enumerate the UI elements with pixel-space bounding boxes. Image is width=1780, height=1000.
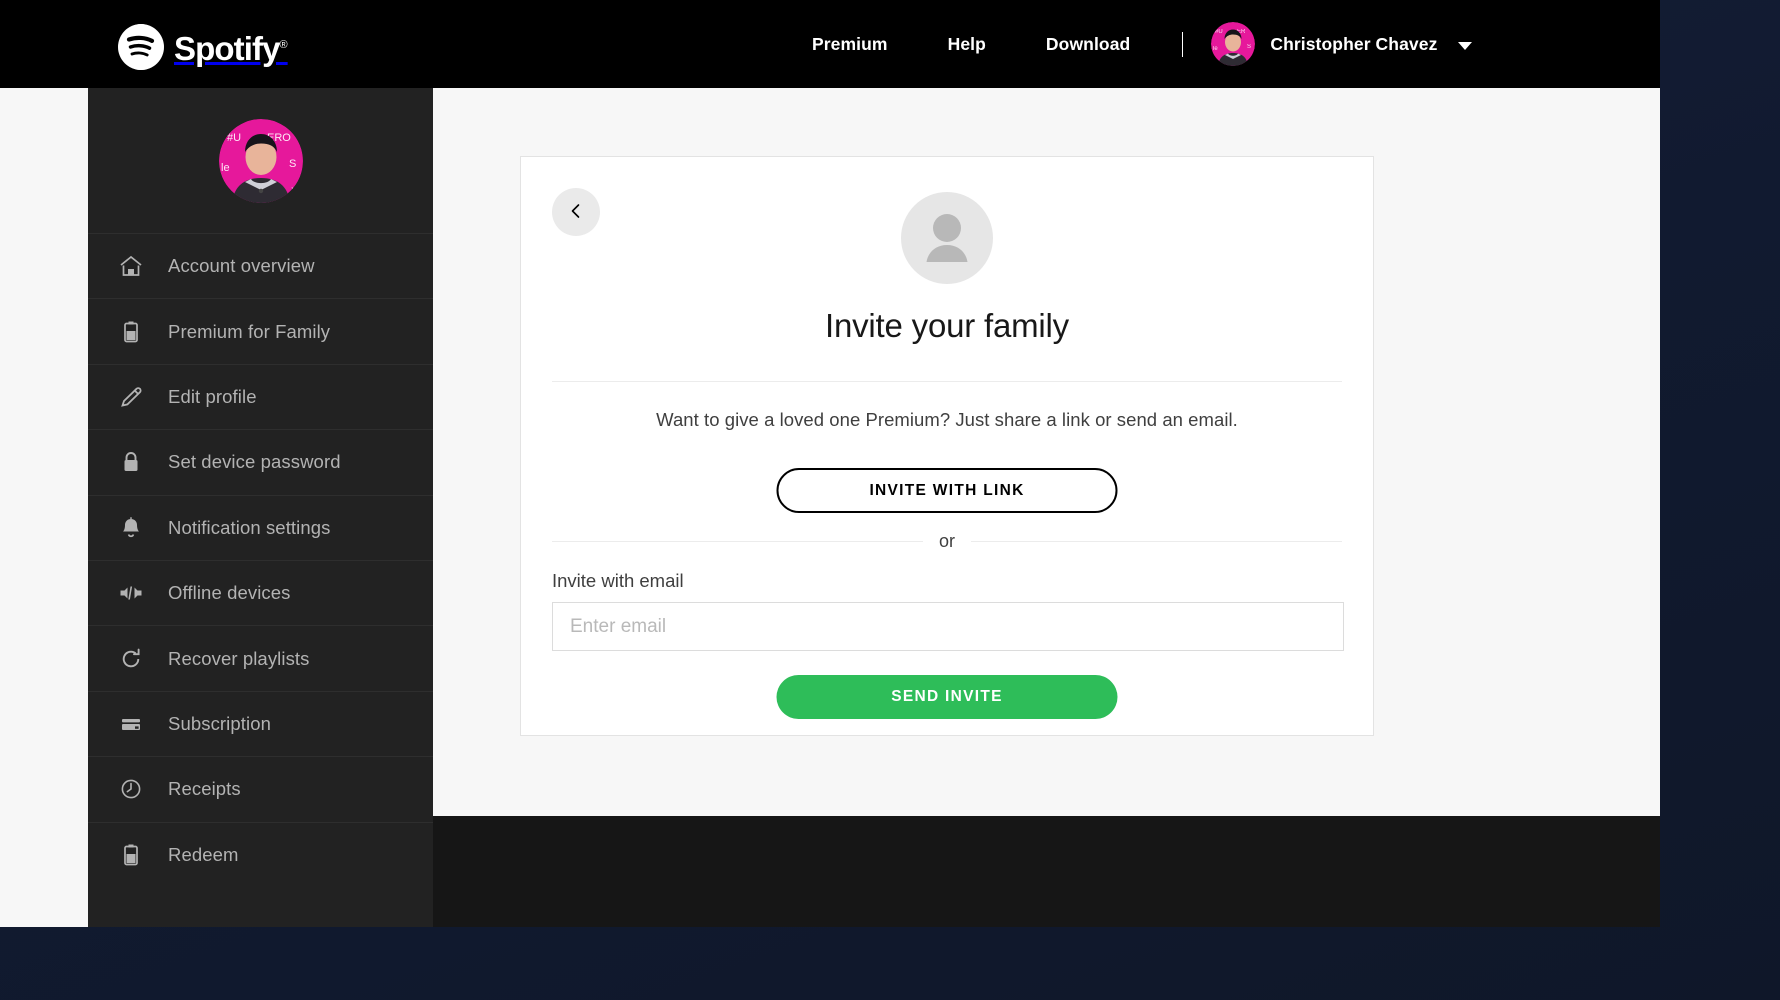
sidebar-item-set-device-password[interactable]: Set device password bbox=[88, 429, 433, 494]
or-line-right bbox=[971, 540, 1343, 542]
user-menu[interactable]: #U ER le S Christopher Chavez bbox=[1211, 22, 1473, 66]
user-avatar-photo: #U ER le S bbox=[1211, 22, 1256, 66]
spotify-logo[interactable]: Spotify® bbox=[118, 22, 288, 72]
sidebar-item-account-overview[interactable]: Account overview bbox=[88, 233, 433, 298]
svg-text:S: S bbox=[1247, 44, 1251, 50]
spotify-logo-icon bbox=[118, 24, 164, 70]
divider bbox=[552, 381, 1342, 382]
or-line-left bbox=[552, 540, 923, 542]
svg-text:le: le bbox=[221, 162, 230, 174]
page-footer-strip bbox=[433, 816, 1660, 927]
or-separator: or bbox=[552, 530, 1343, 552]
nav-premium[interactable]: Premium bbox=[812, 0, 918, 88]
sidebar-label: Offline devices bbox=[168, 582, 291, 604]
send-invite-button[interactable]: SEND INVITE bbox=[776, 675, 1118, 719]
clipboard-icon bbox=[118, 843, 158, 867]
main-content: Invite your family Want to give a loved … bbox=[433, 88, 1660, 816]
sidebar-label: Redeem bbox=[168, 843, 239, 865]
sidebar-label: Premium for Family bbox=[168, 320, 331, 342]
sidebar-item-redeem[interactable]: Redeem bbox=[88, 821, 433, 887]
invite-with-link-button[interactable]: INVITE WITH LINK bbox=[776, 468, 1118, 513]
sidebar-item-premium-for-family[interactable]: Premium for Family bbox=[88, 298, 433, 363]
credit-card-icon bbox=[118, 712, 158, 736]
sidebar-item-subscription[interactable]: Subscription bbox=[88, 690, 433, 756]
invite-family-card: Invite your family Want to give a loved … bbox=[520, 156, 1374, 736]
sidebar-item-offline-devices[interactable]: Offline devices bbox=[88, 559, 433, 625]
top-navigation: Premium Help Download #U ER le S Christo… bbox=[812, 0, 1473, 88]
sidebar-label: Subscription bbox=[168, 712, 272, 734]
card-lead-text: Want to give a loved one Premium? Just s… bbox=[656, 409, 1238, 430]
bell-icon bbox=[118, 516, 158, 540]
top-header: Spotify® Premium Help Download #U ER le … bbox=[0, 0, 1660, 88]
lock-icon bbox=[118, 450, 158, 474]
clock-icon bbox=[118, 777, 158, 801]
sidebar-profile: #U ERO le S X bbox=[88, 88, 433, 233]
home-icon bbox=[118, 254, 158, 278]
spotify-wordmark: Spotify® bbox=[174, 22, 288, 72]
or-label: or bbox=[939, 530, 956, 551]
pencil-icon bbox=[118, 385, 158, 409]
back-button[interactable] bbox=[552, 188, 600, 236]
chevron-down-icon[interactable] bbox=[1458, 41, 1473, 50]
sidebar-label: Recover playlists bbox=[168, 647, 310, 669]
svg-text:#U: #U bbox=[1215, 29, 1223, 35]
sidebar-label: Account overview bbox=[168, 255, 315, 277]
svg-text:S: S bbox=[289, 158, 296, 170]
sidebar-item-receipts[interactable]: Receipts bbox=[88, 756, 433, 821]
sidebar-item-notification-settings[interactable]: Notification settings bbox=[88, 494, 433, 560]
page-title: Invite your family bbox=[825, 307, 1069, 344]
sidebar-user-avatar-photo[interactable]: #U ERO le S X bbox=[218, 118, 303, 203]
nav-divider bbox=[1182, 31, 1184, 57]
sidebar-item-edit-profile[interactable]: Edit profile bbox=[88, 363, 433, 429]
svg-text:X: X bbox=[291, 186, 299, 198]
nav-download[interactable]: Download bbox=[1016, 0, 1160, 88]
svg-text:#U: #U bbox=[227, 132, 241, 144]
email-input[interactable] bbox=[552, 602, 1344, 651]
email-field-label: Invite with email bbox=[552, 570, 684, 591]
clipboard-icon bbox=[118, 320, 158, 344]
offline-devices-icon bbox=[118, 581, 158, 605]
sidebar-label: Set device password bbox=[168, 451, 341, 473]
sidebar-item-recover-playlists[interactable]: Recover playlists bbox=[88, 625, 433, 690]
chevron-left-icon bbox=[567, 202, 585, 223]
registered-mark: ® bbox=[279, 39, 288, 51]
user-name: Christopher Chavez bbox=[1270, 33, 1438, 54]
sidebar-label: Edit profile bbox=[168, 385, 257, 407]
refresh-icon bbox=[118, 647, 158, 671]
sidebar: #U ERO le S X Account overview Premium f… bbox=[88, 88, 433, 927]
sidebar-label: Notification settings bbox=[168, 516, 331, 538]
sidebar-label: Receipts bbox=[168, 778, 241, 800]
nav-help[interactable]: Help bbox=[918, 0, 1016, 88]
brand-name: Spotify bbox=[174, 30, 280, 67]
person-placeholder-icon bbox=[901, 192, 993, 284]
browser-page: Spotify® Premium Help Download #U ER le … bbox=[0, 0, 1660, 927]
svg-text:le: le bbox=[1213, 46, 1218, 52]
